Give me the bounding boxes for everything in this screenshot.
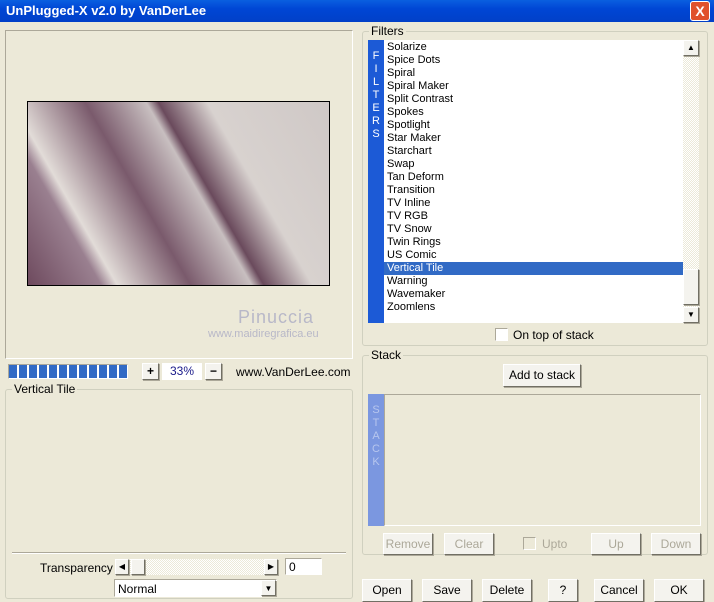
- filter-item[interactable]: Wavemaker: [384, 288, 683, 301]
- filter-item[interactable]: TV Inline: [384, 197, 683, 210]
- on-top-checkbox[interactable]: [495, 328, 508, 341]
- filter-scrollbar[interactable]: ▲ ▼: [683, 40, 699, 323]
- stack-label: Stack: [369, 348, 404, 362]
- zoom-value: 33%: [162, 363, 202, 380]
- on-top-label: On top of stack: [513, 328, 594, 342]
- filter-item[interactable]: Split Contrast: [384, 93, 683, 106]
- divider: [12, 552, 346, 554]
- cancel-button[interactable]: Cancel: [594, 579, 644, 602]
- preview-image: [27, 101, 330, 286]
- filter-list[interactable]: Solarize Spice Dots Spiral Spiral Maker Spli…: [384, 40, 683, 323]
- filter-item[interactable]: Twin Rings: [384, 236, 683, 249]
- filters-label: Filters: [369, 24, 406, 38]
- blend-mode-select[interactable]: Normal ▼: [114, 579, 277, 597]
- website-link[interactable]: www.VanDerLee.com: [236, 365, 351, 379]
- watermark-name: Pinuccia: [238, 307, 315, 327]
- clear-button[interactable]: Clear: [444, 533, 494, 555]
- up-button[interactable]: Up: [591, 533, 641, 555]
- slider-right-arrow[interactable]: ▶: [264, 559, 278, 575]
- filter-item[interactable]: US Comic: [384, 249, 683, 262]
- transparency-slider[interactable]: ◀ ▶: [115, 559, 278, 575]
- stack-strip: STACK: [368, 394, 384, 526]
- open-button[interactable]: Open: [362, 579, 412, 602]
- add-to-stack-button[interactable]: Add to stack: [503, 364, 581, 387]
- save-button[interactable]: Save: [422, 579, 472, 602]
- window-title: UnPlugged-X v2.0 by VanDerLee: [6, 3, 207, 18]
- zoom-in-button[interactable]: +: [142, 363, 159, 380]
- ok-button[interactable]: OK: [654, 579, 704, 602]
- title-bar: UnPlugged-X v2.0 by VanDerLee: [0, 0, 714, 22]
- upto-checkbox[interactable]: [523, 537, 536, 550]
- filter-item[interactable]: Tan Deform: [384, 171, 683, 184]
- filter-item[interactable]: Spice Dots: [384, 54, 683, 67]
- filter-item[interactable]: TV RGB: [384, 210, 683, 223]
- filter-item[interactable]: Transition: [384, 184, 683, 197]
- zoom-out-button[interactable]: −: [205, 363, 222, 380]
- slider-left-arrow[interactable]: ◀: [115, 559, 129, 575]
- filter-item[interactable]: Zoomlens: [384, 301, 683, 314]
- scroll-down-arrow[interactable]: ▼: [683, 307, 699, 323]
- parameters-group: Vertical Tile Transparency ◀ ▶ 0 Normal …: [5, 382, 353, 599]
- chevron-down-icon[interactable]: ▼: [261, 580, 276, 596]
- progress-bar: [8, 364, 128, 379]
- filters-group: Filters FILTERS Solarize Spice Dots Spiral…: [362, 24, 708, 346]
- transparency-input[interactable]: 0: [285, 558, 322, 575]
- filter-item[interactable]: Spokes: [384, 106, 683, 119]
- scroll-up-arrow[interactable]: ▲: [683, 40, 699, 56]
- filter-item[interactable]: Spiral: [384, 67, 683, 80]
- scroll-thumb[interactable]: [683, 269, 699, 305]
- stack-group: Stack Add to stack STACK Remove Clear Up…: [362, 348, 708, 555]
- preview-panel: Pinuccia www.maidiregrafica.eu: [5, 30, 353, 359]
- remove-button[interactable]: Remove: [383, 533, 433, 555]
- parameters-label: Vertical Tile: [12, 382, 78, 396]
- filters-strip: FILTERS: [368, 40, 384, 323]
- down-button[interactable]: Down: [651, 533, 701, 555]
- filter-item[interactable]: Swap: [384, 158, 683, 171]
- filter-item[interactable]: TV Snow: [384, 223, 683, 236]
- filter-item[interactable]: Spotlight: [384, 119, 683, 132]
- blend-mode-value: Normal: [118, 582, 157, 596]
- filter-item[interactable]: Spiral Maker: [384, 80, 683, 93]
- watermark-url: www.maidiregrafica.eu: [208, 328, 319, 340]
- filter-item[interactable]: Vertical Tile: [384, 262, 683, 275]
- slider-thumb[interactable]: [131, 559, 145, 575]
- filter-item[interactable]: Star Maker: [384, 132, 683, 145]
- close-button[interactable]: X: [690, 1, 710, 21]
- help-button[interactable]: ?: [548, 579, 578, 602]
- filter-item[interactable]: Warning: [384, 275, 683, 288]
- delete-button[interactable]: Delete: [482, 579, 532, 602]
- transparency-label: Transparency: [40, 561, 113, 575]
- filter-item[interactable]: Starchart: [384, 145, 683, 158]
- upto-label: Upto: [542, 537, 568, 551]
- filter-item[interactable]: Solarize: [384, 41, 683, 54]
- stack-list[interactable]: [384, 394, 701, 526]
